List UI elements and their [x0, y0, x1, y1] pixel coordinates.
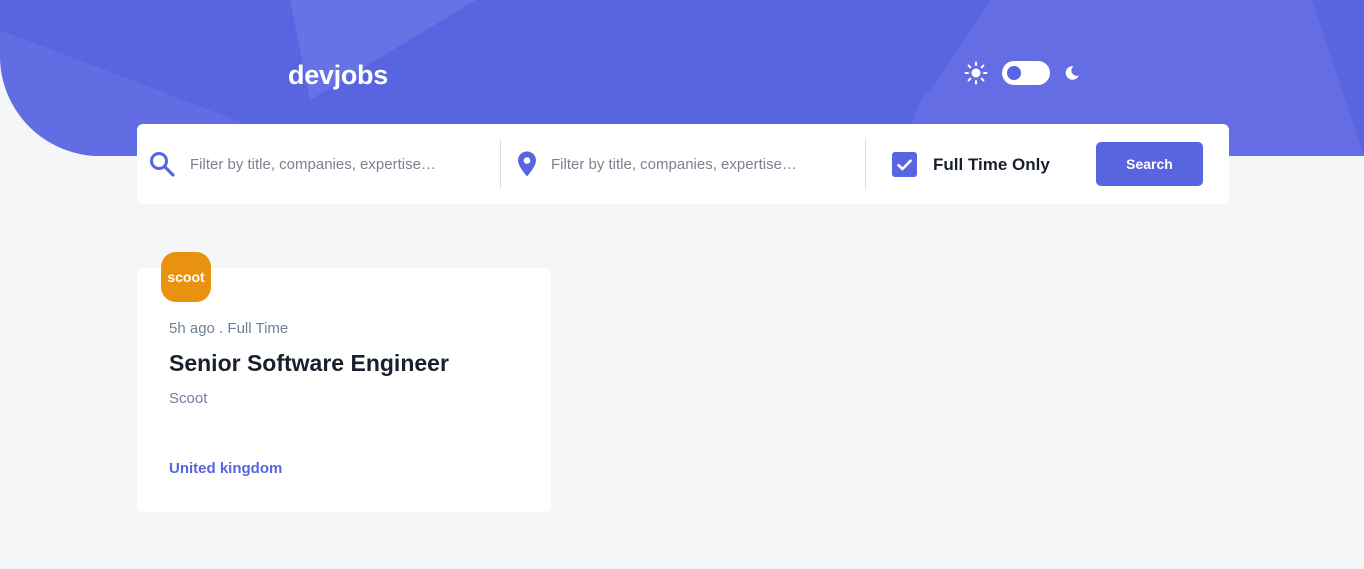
sun-icon: [964, 61, 988, 85]
title-filter-input[interactable]: [190, 152, 480, 176]
job-card[interactable]: scoot 5h ago . Full Time Senior Software…: [137, 252, 551, 512]
contract-type: Full Time: [227, 320, 289, 337]
title-filter: [137, 124, 501, 204]
posted-time: 5h ago: [169, 320, 215, 337]
location-filter: [502, 124, 866, 204]
theme-toggle[interactable]: [1002, 61, 1050, 85]
location-pin-icon: [518, 151, 536, 177]
location-filter-input[interactable]: [551, 152, 841, 176]
search-icon: [150, 152, 175, 177]
company-logo: scoot: [161, 252, 211, 302]
checkmark-icon: [897, 159, 912, 170]
job-location: United kingdom: [169, 460, 283, 477]
meta-separator: .: [214, 320, 228, 337]
full-time-checkbox[interactable]: [892, 152, 917, 177]
job-meta: 5h ago . Full Time: [169, 320, 288, 337]
devjobs-logo[interactable]: devjobs: [288, 60, 388, 91]
filter-divider: [500, 140, 501, 188]
search-bar: Full Time Only Search: [137, 124, 1229, 204]
full-time-filter: Full Time Only Search: [866, 124, 1229, 204]
company-name: Scoot: [169, 390, 208, 407]
theme-switcher: [964, 60, 1080, 86]
job-title[interactable]: Senior Software Engineer: [169, 350, 449, 377]
moon-icon: [1065, 66, 1079, 80]
full-time-label[interactable]: Full Time Only: [933, 155, 1050, 175]
theme-toggle-knob: [1007, 66, 1021, 80]
search-button[interactable]: Search: [1096, 142, 1203, 186]
